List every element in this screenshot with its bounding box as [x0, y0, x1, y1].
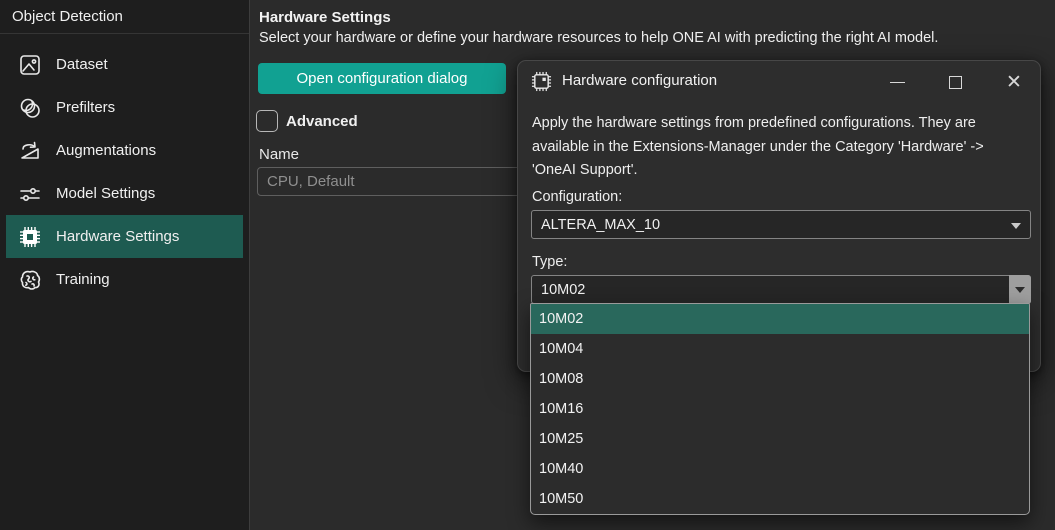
sidebar-item-label: Dataset — [56, 56, 108, 73]
type-option-10M25[interactable]: 10M25 — [531, 424, 1029, 454]
sidebar-item-augmentations[interactable]: Augmentations — [6, 129, 243, 172]
minimize-button[interactable] — [884, 69, 910, 95]
minimize-icon — [890, 82, 905, 83]
configuration-dropdown[interactable]: ALTERA_MAX_10 — [531, 210, 1031, 239]
type-option-10M08[interactable]: 10M08 — [531, 364, 1029, 394]
augmentation-icon — [18, 139, 42, 163]
dialog-description-line: Apply the hardware settings from predefi… — [532, 112, 984, 136]
type-option-10M04[interactable]: 10M04 — [531, 334, 1029, 364]
sidebar-item-model-settings[interactable]: Model Settings — [6, 172, 243, 215]
sidebar-item-prefilters[interactable]: Prefilters — [6, 86, 243, 129]
sidebar-item-training[interactable]: Training — [6, 258, 243, 301]
image-icon — [18, 53, 42, 77]
sidebar-item-label: Model Settings — [56, 185, 155, 202]
sidebar-item-hardware-settings[interactable]: Hardware Settings — [6, 215, 243, 258]
sidebar-title: Object Detection — [0, 0, 249, 34]
chip-icon — [18, 225, 42, 249]
sidebar-item-label: Hardware Settings — [56, 228, 179, 245]
sidebar-item-label: Prefilters — [56, 99, 115, 116]
type-option-10M16[interactable]: 10M16 — [531, 394, 1029, 424]
dialog-title: Hardware configuration — [562, 72, 717, 89]
type-option-10M40[interactable]: 10M40 — [531, 454, 1029, 484]
type-options-list: 10M02 10M04 10M08 10M16 10M25 10M40 10M5… — [530, 303, 1030, 515]
brain-icon — [18, 268, 42, 292]
page-description: Select your hardware or define your hard… — [259, 30, 938, 46]
chevron-down-icon — [1011, 223, 1021, 229]
sidebar-item-label: Training — [56, 271, 110, 288]
type-option-10M02[interactable]: 10M02 — [531, 304, 1029, 334]
dialog-description-line: 'OneAI Support'. — [532, 159, 984, 183]
sidebar-nav: Dataset Prefilters Augmentations — [0, 34, 249, 301]
advanced-label: Advanced — [286, 113, 358, 130]
type-dropdown-button[interactable] — [1009, 275, 1031, 304]
chevron-down-icon — [1015, 287, 1025, 293]
type-label: Type: — [532, 254, 567, 270]
maximize-button[interactable] — [942, 69, 968, 95]
close-icon: ✕ — [1006, 73, 1022, 92]
configuration-label: Configuration: — [532, 189, 622, 205]
dialog-description: Apply the hardware settings from predefi… — [532, 112, 984, 183]
chip-icon — [531, 71, 552, 92]
advanced-row: Advanced — [256, 110, 358, 132]
dialog-description-line: available in the Extensions-Manager unde… — [532, 136, 984, 160]
sidebar-item-dataset[interactable]: Dataset — [6, 43, 243, 86]
close-button[interactable]: ✕ — [1001, 69, 1027, 95]
open-configuration-dialog-button[interactable]: Open configuration dialog — [258, 63, 506, 94]
page-title: Hardware Settings — [259, 9, 391, 26]
type-option-10M50[interactable]: 10M50 — [531, 484, 1029, 514]
advanced-checkbox[interactable] — [256, 110, 278, 132]
type-dropdown-value: 10M02 — [541, 282, 585, 298]
type-dropdown[interactable]: 10M02 — [531, 275, 1031, 304]
filter-icon — [18, 96, 42, 120]
dialog-titlebar[interactable]: Hardware configuration ✕ — [518, 61, 1040, 101]
configuration-dropdown-value: ALTERA_MAX_10 — [541, 217, 660, 233]
sidebar: Object Detection Dataset Prefilters — [0, 0, 250, 530]
sidebar-item-label: Augmentations — [56, 142, 156, 159]
maximize-icon — [949, 76, 962, 89]
sliders-icon — [18, 182, 42, 206]
name-label: Name — [259, 146, 299, 163]
